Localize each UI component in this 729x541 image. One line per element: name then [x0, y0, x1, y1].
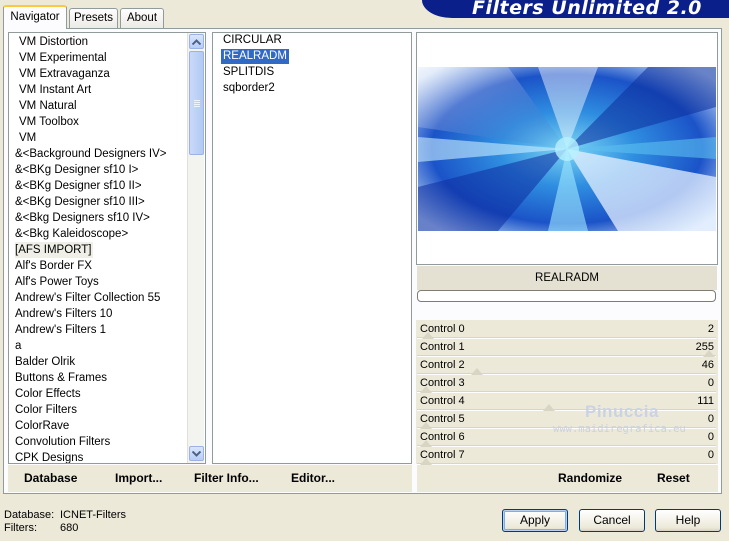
app-banner: Filters Unlimited 2.0: [422, 0, 729, 18]
category-item[interactable]: Andrew's Filter Collection 55: [15, 290, 160, 306]
control-label: Control 4: [420, 395, 465, 407]
category-item[interactable]: &<Bkg Kaleidoscope>: [15, 226, 128, 242]
status-filters-label: Filters:: [4, 522, 37, 534]
category-item[interactable]: a: [15, 338, 21, 354]
category-item[interactable]: &<BKg Designer sf10 III>: [15, 194, 145, 210]
database-button[interactable]: Database: [24, 471, 77, 485]
reset-button[interactable]: Reset: [657, 471, 690, 485]
preview-filter-name: REALRADM: [417, 266, 717, 290]
slider-thumb[interactable]: [420, 422, 432, 429]
filter-info-button[interactable]: Filter Info...: [194, 471, 259, 485]
apply-button[interactable]: Apply: [502, 509, 568, 532]
filter-item[interactable]: sqborder2: [221, 81, 277, 96]
category-item[interactable]: CPK Designs: [15, 450, 83, 463]
progress-bar: [417, 290, 716, 302]
preview-image: [418, 67, 716, 231]
randomize-button[interactable]: Randomize: [558, 471, 622, 485]
control-value: 0: [707, 449, 714, 461]
control-value: 0: [707, 413, 714, 425]
category-item[interactable]: VM Extravaganza: [19, 66, 110, 82]
control-label: Control 2: [420, 359, 465, 371]
control-slider[interactable]: Control 02: [417, 321, 716, 339]
category-item[interactable]: Convolution Filters: [15, 434, 110, 450]
tab-navigator[interactable]: Navigator: [3, 5, 67, 29]
help-button[interactable]: Help: [655, 509, 721, 532]
category-item[interactable]: Buttons & Frames: [15, 370, 107, 386]
category-item[interactable]: VM Instant Art: [19, 82, 91, 98]
category-item[interactable]: VM Toolbox: [19, 114, 79, 130]
cancel-button[interactable]: Cancel: [579, 509, 645, 532]
tab-about[interactable]: About: [120, 8, 164, 28]
control-slider[interactable]: Control 70: [417, 447, 716, 465]
watermark-name: Pinuccia: [585, 402, 659, 421]
category-scrollbar[interactable]: [187, 33, 204, 463]
scroll-up-button[interactable]: [189, 34, 204, 49]
control-value: 0: [707, 431, 714, 443]
control-value: 46: [701, 359, 714, 371]
slider-thumb[interactable]: [471, 368, 484, 375]
filter-item[interactable]: CIRCULAR: [221, 33, 284, 48]
chevron-up-icon: [192, 38, 201, 45]
status-filters-value: 680: [60, 522, 79, 534]
control-slider[interactable]: Control 30: [417, 375, 716, 393]
scroll-down-button[interactable]: [189, 446, 204, 461]
control-slider[interactable]: Control 1 255: [417, 339, 716, 357]
category-item[interactable]: &<Background Designers IV>: [15, 146, 167, 162]
category-list[interactable]: VM Distortion VM Experimental VM Extravaga…: [8, 32, 206, 464]
scroll-thumb[interactable]: [189, 51, 204, 155]
category-item[interactable]: Andrew's Filters 10: [15, 306, 112, 322]
filter-item[interactable]: SPLITDIS: [221, 65, 276, 80]
slider-thumb[interactable]: [420, 386, 432, 393]
control-label: Control 1: [420, 341, 465, 353]
tab-presets[interactable]: Presets: [69, 8, 118, 28]
category-item[interactable]: Andrew's Filters 1: [15, 322, 106, 338]
category-item[interactable]: &<BKg Designer sf10 I>: [15, 162, 138, 178]
status-database-value: ICNET-Filters: [60, 509, 126, 521]
import-button[interactable]: Import...: [115, 471, 162, 485]
category-item[interactable]: VM Natural: [19, 98, 77, 114]
slider-thumb[interactable]: [422, 332, 435, 339]
category-item[interactable]: VM Distortion: [19, 34, 88, 50]
category-item[interactable]: Color Filters: [15, 402, 77, 418]
category-item[interactable]: Balder Olrik: [15, 354, 75, 370]
control-value: 0: [707, 377, 714, 389]
control-slider[interactable]: Control 2 46: [417, 357, 716, 375]
category-item[interactable]: Alf's Border FX: [15, 258, 92, 274]
category-item[interactable]: VM Experimental: [19, 50, 107, 66]
category-item[interactable]: [AFS IMPORT]: [15, 242, 94, 258]
category-item[interactable]: ColorRave: [15, 418, 69, 434]
filter-item[interactable]: REALRADM: [221, 49, 289, 64]
category-item[interactable]: VM: [19, 130, 36, 146]
chevron-down-icon: [192, 450, 201, 457]
slider-thumb[interactable]: [543, 404, 556, 411]
slider-thumb[interactable]: [420, 458, 432, 465]
status-database-label: Database:: [4, 509, 55, 521]
category-item[interactable]: &<BKg Designer sf10 II>: [15, 178, 142, 194]
preview-panel: [416, 32, 718, 265]
watermark-site: www.maidiregrafica.eu: [553, 423, 686, 435]
category-item[interactable]: &<Bkg Designers sf10 IV>: [15, 210, 150, 226]
filter-list[interactable]: [212, 32, 412, 464]
control-slider[interactable]: Control 4 111: [417, 393, 716, 411]
category-item[interactable]: Alf's Power Toys: [15, 274, 99, 290]
category-items: VM Distortion VM Experimental VM Extravaga…: [15, 33, 190, 463]
editor-button[interactable]: Editor...: [291, 471, 335, 485]
control-value: 111: [697, 395, 714, 407]
slider-thumb[interactable]: [703, 350, 715, 357]
control-value: 2: [707, 323, 714, 335]
category-item[interactable]: Color Effects: [15, 386, 81, 402]
slider-thumb[interactable]: [420, 440, 432, 447]
